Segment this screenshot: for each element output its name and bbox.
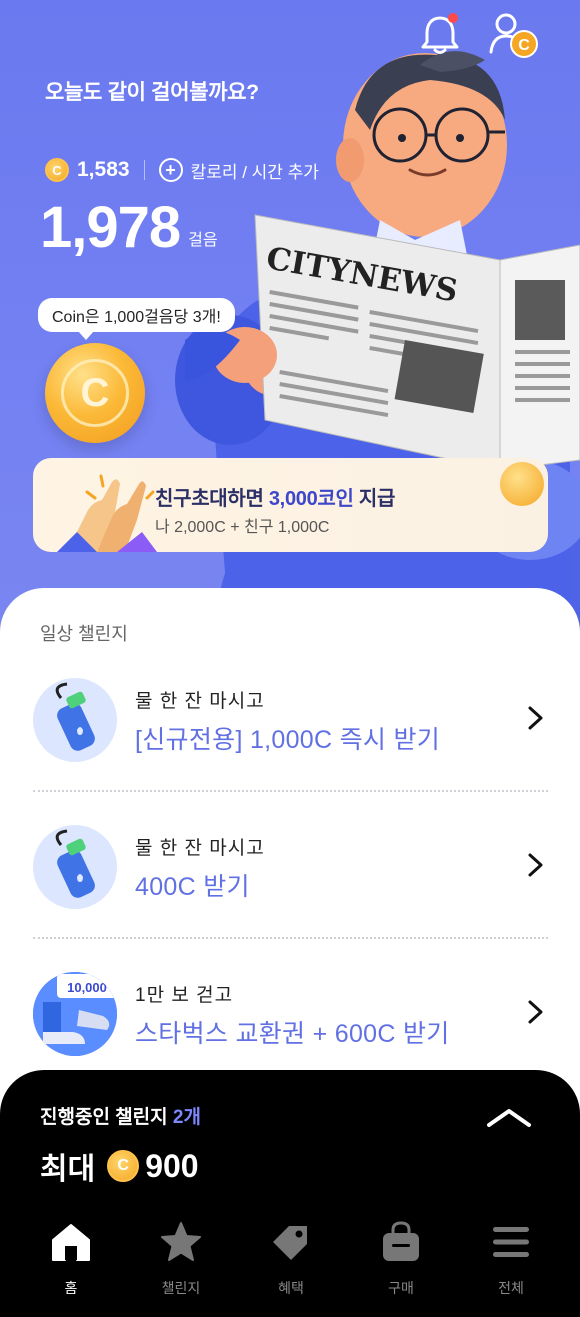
section-title: 일상 챌린지 <box>40 624 128 644</box>
challenge-reward: 스타벅스 교환권 + 600C 받기 <box>135 1020 450 1048</box>
big-coin-symbol: C <box>61 359 129 427</box>
tab-label: 챌린지 <box>161 1280 201 1296</box>
tab-purchase[interactable]: 구매 <box>346 1220 456 1310</box>
daily-challenge-card: 일상 챌린지 물 한 잔 마시고 [신규전용] 1,000C 즉시 받기 물 한… <box>0 588 580 1128</box>
notification-bell-icon[interactable] <box>418 12 462 56</box>
promo-subtitle: 나 2,000C + 친구 1,000C <box>155 519 330 536</box>
coin-info-bubble: Coin은 1,000걸음당 3개! <box>38 298 235 340</box>
tag-icon <box>269 1220 313 1264</box>
coin-icon: C <box>107 1150 140 1182</box>
divider <box>33 937 548 939</box>
divider <box>33 790 548 792</box>
divider <box>143 160 145 180</box>
collect-coin-button[interactable]: C <box>45 343 145 443</box>
tab-challenge[interactable]: 챌린지 <box>126 1220 236 1310</box>
chevron-right-icon <box>528 706 543 730</box>
tab-label: 홈 <box>64 1280 78 1296</box>
hero-section: CITYNEWS C 오늘도 같이 걸어볼까요? C 1,583 + 칼로리 /… <box>0 0 580 640</box>
walk-badge: 10,000 <box>67 980 107 995</box>
chevron-up-icon[interactable] <box>486 1106 532 1128</box>
ongoing-title: 진행중인 챌린지 2개 <box>40 1102 201 1129</box>
ongoing-count: 2개 <box>172 1107 201 1128</box>
challenge-item-water[interactable]: 물 한 잔 마시고 400C 받기 <box>0 825 580 935</box>
tab-label: 전체 <box>498 1280 524 1296</box>
chevron-right-icon <box>528 853 543 877</box>
water-bottle-icon <box>33 678 117 762</box>
step-counter: 1,978 걸음 <box>40 196 218 260</box>
water-bottle-icon <box>33 825 117 909</box>
challenge-item-walk[interactable]: 10,000 1만 보 걷고 스타벅스 교환권 + 600C 받기 <box>0 972 580 1082</box>
step-count: 1,978 <box>40 195 181 260</box>
chevron-right-icon <box>528 1000 543 1024</box>
promo-title-prefix: 친구초대하면 <box>155 488 269 510</box>
greeting-text: 오늘도 같이 걸어볼까요? <box>45 81 259 104</box>
step-unit: 걸음 <box>188 232 218 249</box>
challenge-condition: 물 한 잔 마시고 <box>135 838 265 859</box>
challenge-reward: [신규전용] 1,000C 즉시 받기 <box>135 726 441 754</box>
svg-text:C: C <box>518 37 530 54</box>
invite-friend-banner[interactable]: 친구초대하면 3,000코인 지급 나 2,000C + 친구 1,000C <box>33 458 548 552</box>
tab-label: 구매 <box>388 1280 414 1296</box>
ongoing-title-label: 진행중인 챌린지 <box>40 1107 173 1128</box>
walking-shoes-icon: 10,000 <box>33 972 117 1056</box>
coin-balance-row: C 1,583 + 칼로리 / 시간 추가 <box>45 156 319 184</box>
challenge-condition: 1만 보 걷고 <box>135 985 234 1006</box>
high-five-icon <box>57 474 157 552</box>
promo-title: 친구초대하면 3,000코인 지급 <box>155 482 395 511</box>
challenge-item-new-user-water[interactable]: 물 한 잔 마시고 [신규전용] 1,000C 즉시 받기 <box>0 678 580 788</box>
tab-label: 혜택 <box>278 1280 304 1296</box>
plus-icon[interactable]: + <box>158 158 183 182</box>
home-icon <box>49 1220 93 1264</box>
coin-decoration-icon <box>500 462 544 506</box>
tab-benefit[interactable]: 혜택 <box>236 1220 346 1310</box>
challenge-condition: 물 한 잔 마시고 <box>135 691 265 712</box>
tab-all[interactable]: 전체 <box>456 1220 566 1310</box>
max-label: 최대 <box>40 1153 96 1186</box>
add-calorie-time-link[interactable]: 칼로리 / 시간 추가 <box>191 158 319 183</box>
ongoing-challenge-panel[interactable]: 진행중인 챌린지 2개 최대 C 900 홈 챌린지 혜택 구매 전체 <box>0 1070 580 1317</box>
menu-icon <box>489 1220 533 1264</box>
tab-home[interactable]: 홈 <box>16 1220 126 1310</box>
coin-balance: 1,583 <box>77 158 130 181</box>
shopping-bag-icon <box>379 1220 423 1264</box>
star-icon <box>159 1220 203 1264</box>
challenge-reward: 400C 받기 <box>135 873 250 901</box>
promo-title-highlight: 3,000코인 <box>268 488 354 510</box>
bottom-tab-bar: 홈 챌린지 혜택 구매 전체 <box>0 1220 580 1310</box>
max-reward: 최대 C 900 <box>40 1144 199 1188</box>
max-value: 900 <box>145 1147 199 1184</box>
profile-coin-icon[interactable]: C <box>488 12 540 60</box>
promo-title-suffix: 지급 <box>353 488 396 510</box>
coin-icon: C <box>45 158 69 182</box>
